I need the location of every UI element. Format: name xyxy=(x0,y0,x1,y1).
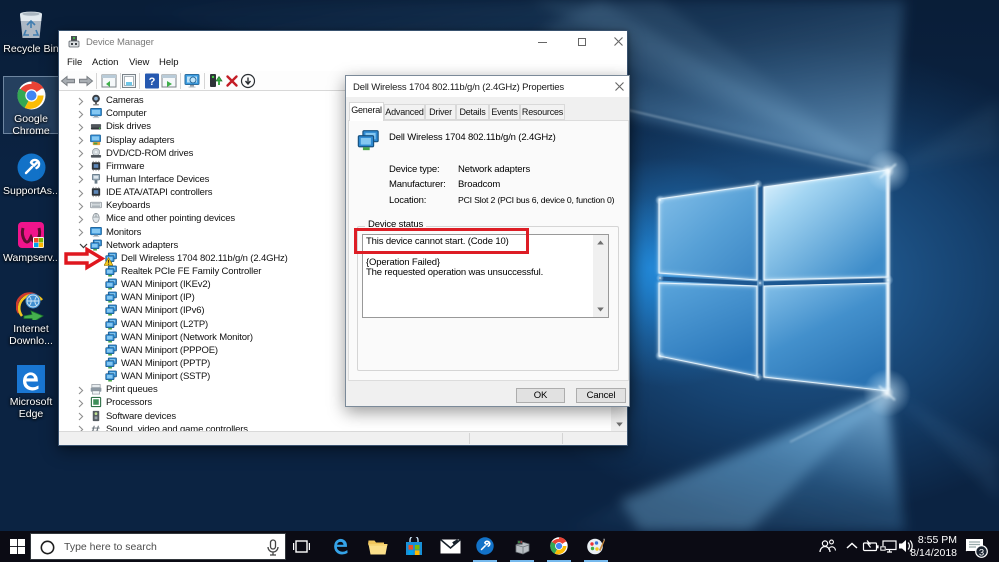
svg-text:?: ? xyxy=(149,76,156,88)
svg-text:3: 3 xyxy=(979,548,984,559)
